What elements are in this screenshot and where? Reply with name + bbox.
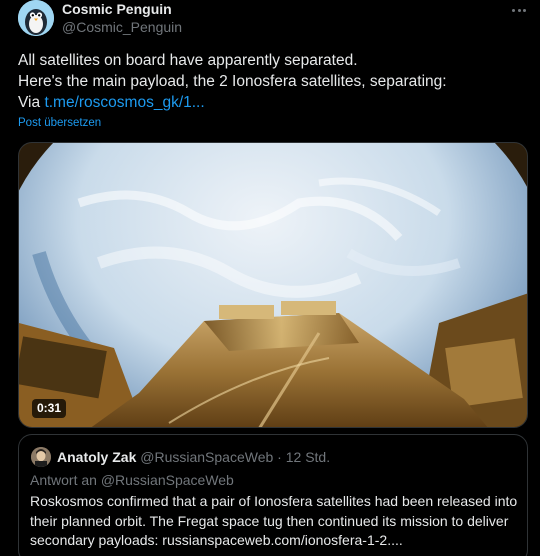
more-horizontal-icon[interactable] — [508, 0, 530, 20]
tweet-text: All satellites on board have apparently … — [18, 50, 523, 113]
quote-header: Anatoly Zak @RussianSpaceWeb · 12 Std. — [57, 449, 330, 465]
video-media[interactable] — [18, 142, 528, 428]
video-duration-badge: 0:31 — [32, 399, 67, 418]
quote-timestamp[interactable]: 12 Std. — [286, 449, 330, 465]
video-thumbnail — [19, 143, 527, 427]
quote-reply-to: Antwort an @RussianSpaceWeb — [30, 472, 234, 488]
author-name[interactable]: Cosmic Penguin — [62, 1, 172, 17]
author-handle[interactable]: @Cosmic_Penguin — [62, 19, 182, 35]
quote-author-handle[interactable]: @RussianSpaceWeb — [140, 449, 273, 465]
tweet-line-1: All satellites on board have apparently … — [18, 52, 358, 69]
tweet-line-3: Via t.me/roscosmos_gk/1... — [18, 92, 523, 113]
translate-post-link[interactable]: Post übersetzen — [18, 117, 101, 129]
author-avatar[interactable] — [18, 0, 54, 36]
tweet-line-2: Here's the main payload, the 2 Ionosfera… — [18, 73, 447, 90]
quote-author-avatar[interactable] — [31, 447, 51, 467]
quoted-tweet[interactable]: Anatoly Zak @RussianSpaceWeb · 12 Std. A… — [18, 434, 528, 556]
via-prefix: Via — [18, 94, 45, 111]
quote-text: Roskosmos confirmed that a pair of Ionos… — [30, 493, 518, 548]
tweet-link[interactable]: t.me/roscosmos_gk/1... — [44, 94, 204, 111]
quote-separator: · — [273, 449, 286, 465]
quote-author-name[interactable]: Anatoly Zak — [57, 449, 136, 465]
